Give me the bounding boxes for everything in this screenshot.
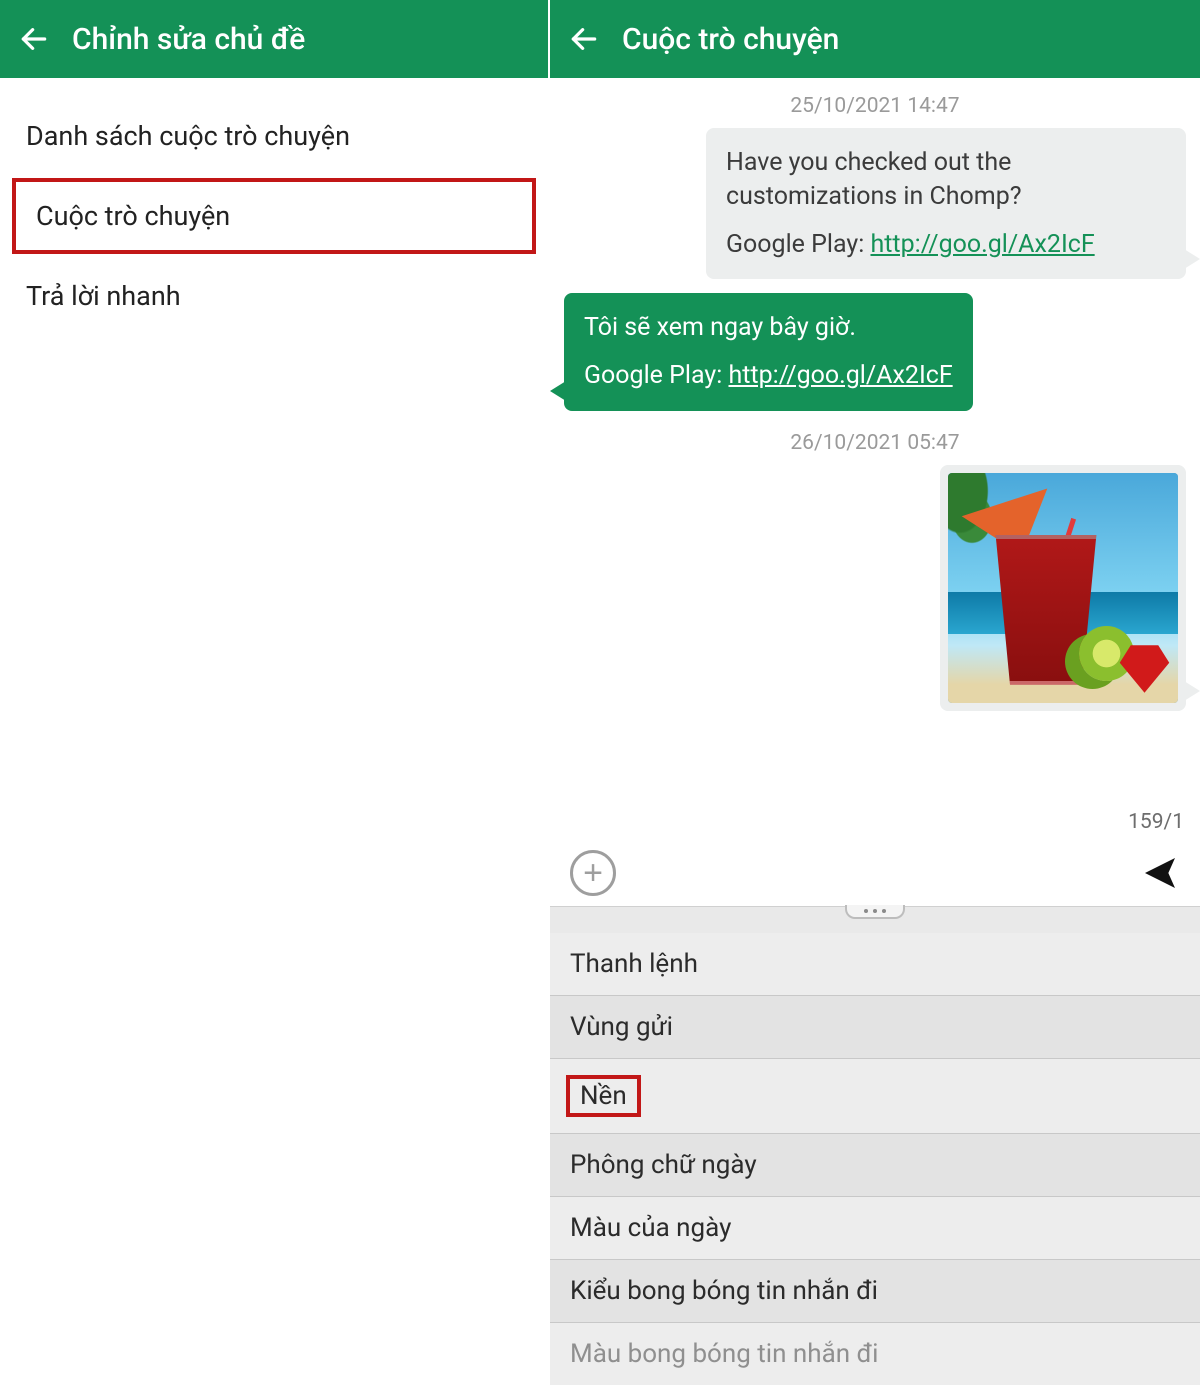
chat-scroll[interactable]: 25/10/2021 14:47 Have you checked out th… bbox=[550, 78, 1200, 808]
settings-panel: Chỉnh sửa chủ đề Danh sách cuộc trò chuy… bbox=[0, 0, 550, 1200]
plus-icon: + bbox=[583, 854, 603, 893]
send-button[interactable] bbox=[1140, 853, 1180, 893]
appbar-right: Cuộc trò chuyện bbox=[550, 0, 1200, 78]
timestamp: 25/10/2021 14:47 bbox=[564, 94, 1186, 118]
message-link[interactable]: http://goo.gl/Ax2IcF bbox=[728, 361, 952, 390]
option-out-bubble-style[interactable]: Kiểu bong bóng tin nhắn đi bbox=[550, 1260, 1200, 1323]
message-link-prefix: Google Play: bbox=[726, 230, 870, 259]
timestamp: 26/10/2021 05:47 bbox=[564, 431, 1186, 455]
settings-item-conversation-list[interactable]: Danh sách cuộc trò chuyện bbox=[0, 100, 548, 172]
message-link-prefix: Google Play: bbox=[584, 361, 728, 390]
message-row-outgoing: Tôi sẽ xem ngay bây giờ. Google Play: ht… bbox=[564, 293, 1186, 411]
appbar-left: Chỉnh sửa chủ đề bbox=[0, 0, 548, 78]
send-icon bbox=[1140, 853, 1180, 893]
message-text: Have you checked out the customizations … bbox=[726, 146, 1166, 214]
options-sheet: Thanh lệnh Vùng gửi Nền Phông chữ ngày M… bbox=[550, 906, 1200, 1385]
conversation-panel: Cuộc trò chuyện 25/10/2021 14:47 Have yo… bbox=[550, 0, 1200, 1200]
option-send-area[interactable]: Vùng gửi bbox=[550, 996, 1200, 1059]
image-bubble[interactable] bbox=[940, 465, 1186, 711]
appbar-title: Chỉnh sửa chủ đề bbox=[72, 22, 305, 57]
option-out-bubble-color[interactable]: Màu bong bóng tin nhắn đi bbox=[550, 1323, 1200, 1385]
settings-list: Danh sách cuộc trò chuyện Cuộc trò chuyệ… bbox=[0, 78, 548, 354]
option-date-font[interactable]: Phông chữ ngày bbox=[550, 1134, 1200, 1197]
two-panel-layout: Chỉnh sửa chủ đề Danh sách cuộc trò chuy… bbox=[0, 0, 1200, 1200]
option-label: Nền bbox=[580, 1081, 627, 1111]
cocktail-photo bbox=[948, 473, 1178, 703]
compose-bar: + bbox=[550, 840, 1200, 906]
option-command-bar[interactable]: Thanh lệnh bbox=[550, 933, 1200, 996]
sheet-handle[interactable] bbox=[550, 907, 1200, 933]
appbar-title: Cuộc trò chuyện bbox=[622, 22, 839, 57]
message-bubble-outgoing[interactable]: Tôi sẽ xem ngay bây giờ. Google Play: ht… bbox=[564, 293, 973, 411]
back-arrow-icon[interactable] bbox=[18, 23, 50, 55]
char-counter: 159/1 bbox=[550, 808, 1200, 840]
message-bubble-incoming[interactable]: Have you checked out the customizations … bbox=[706, 128, 1186, 279]
message-link[interactable]: http://goo.gl/Ax2IcF bbox=[870, 230, 1094, 259]
attach-button[interactable]: + bbox=[570, 850, 616, 896]
highlight-box: Nền bbox=[566, 1075, 641, 1117]
settings-item-quick-reply[interactable]: Trả lời nhanh bbox=[0, 260, 548, 332]
back-arrow-icon[interactable] bbox=[568, 23, 600, 55]
message-text: Tôi sẽ xem ngay bây giờ. bbox=[584, 311, 953, 345]
settings-item-conversation[interactable]: Cuộc trò chuyện bbox=[22, 188, 526, 244]
highlight-box: Cuộc trò chuyện bbox=[12, 178, 536, 254]
message-row-image bbox=[564, 465, 1186, 711]
option-background[interactable]: Nền bbox=[550, 1059, 1200, 1134]
option-date-color[interactable]: Màu của ngày bbox=[550, 1197, 1200, 1260]
message-row-incoming: Have you checked out the customizations … bbox=[564, 128, 1186, 279]
